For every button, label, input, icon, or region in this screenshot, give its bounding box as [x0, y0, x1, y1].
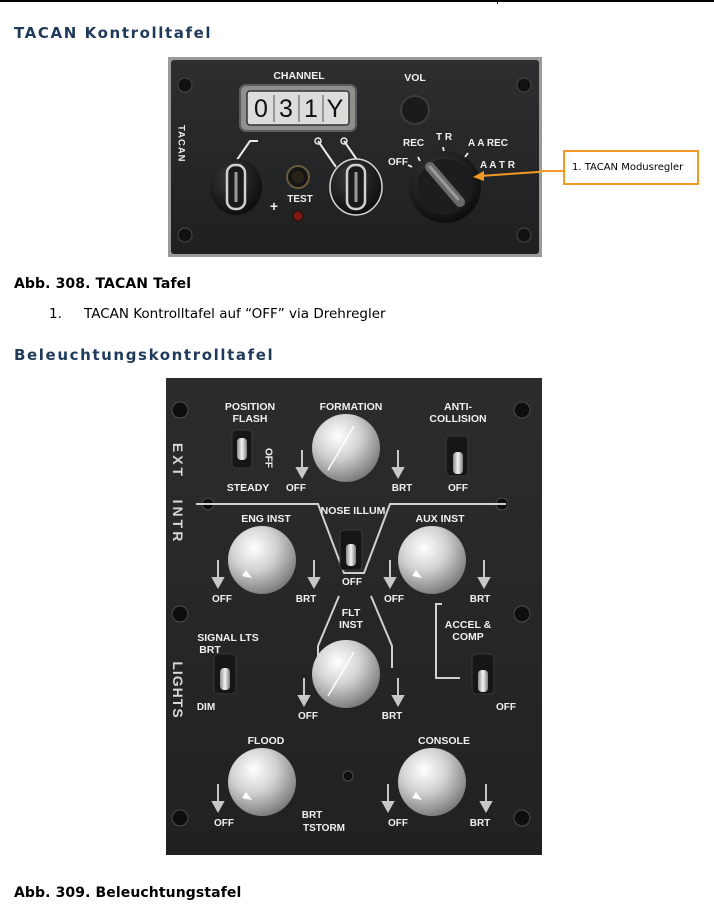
- accel-comp-toggle[interactable]: [478, 670, 488, 692]
- formation-knob[interactable]: [312, 414, 380, 482]
- screw-icon: [171, 401, 189, 419]
- mode-label-tr: T R: [436, 132, 453, 143]
- mode-label-off: OFF: [388, 157, 408, 168]
- channel-digit: Y: [327, 95, 344, 123]
- flt-inst-label: FLT INST: [339, 607, 364, 631]
- eng-inst-off-label: OFF: [212, 594, 232, 605]
- lighting-panel-figure: EXT INTR LIGHTS POSITION FLASH OFF STEADY…: [166, 378, 542, 855]
- anti-collision-toggle[interactable]: [453, 452, 463, 474]
- screw-icon: [177, 77, 193, 93]
- eng-inst-brt-label: BRT: [296, 594, 317, 605]
- eng-inst-knob[interactable]: [228, 526, 296, 594]
- section-heading-lighting: Beleuchtungskontrolltafel: [14, 346, 275, 364]
- mode-label-aatr: A A T R: [480, 160, 516, 171]
- tacan-side-label: TACAN: [176, 125, 187, 163]
- figure-caption-309: Abb. 309. Beleuchtungstafel: [14, 885, 242, 901]
- mode-label-aarec: A A REC: [468, 138, 508, 149]
- flt-inst-off-label: OFF: [298, 711, 318, 722]
- channel-label: CHANNEL: [273, 70, 325, 82]
- flood-label: FLOOD: [248, 735, 285, 747]
- mode-label-rec: REC: [403, 138, 424, 149]
- console-off-label: OFF: [388, 818, 408, 829]
- screw-icon: [342, 770, 354, 782]
- list-item-number: 1.: [49, 306, 62, 322]
- callout-box: 1. TACAN Modusregler: [563, 150, 699, 185]
- aux-inst-off-label: OFF: [384, 594, 404, 605]
- nose-illum-off-label: OFF: [342, 577, 362, 588]
- signal-lts-dim-label: DIM: [197, 702, 215, 713]
- screw-icon: [516, 227, 532, 243]
- flood-brt-label: BRT: [302, 810, 323, 821]
- screw-icon: [516, 77, 532, 93]
- volume-knob[interactable]: [400, 95, 430, 125]
- signal-lts-toggle[interactable]: [220, 668, 230, 690]
- side-label-lights: LIGHTS: [170, 661, 186, 718]
- channel-digit: 0: [254, 95, 268, 123]
- screw-icon: [171, 605, 189, 623]
- top-rule: [0, 0, 714, 2]
- console-label: CONSOLE: [418, 735, 470, 747]
- status-led: [292, 210, 304, 222]
- eng-inst-label: ENG INST: [241, 513, 291, 525]
- channel-digit: 3: [279, 95, 293, 123]
- aux-inst-brt-label: BRT: [470, 594, 491, 605]
- flood-off-label: OFF: [214, 818, 234, 829]
- side-label-intr: INTR: [170, 500, 186, 545]
- channel-digit: 1: [304, 95, 318, 123]
- tacan-panel-figure: TACAN CHANNEL 0 3 1 Y VOL TEST + REC T R…: [168, 57, 542, 257]
- screw-icon: [513, 401, 531, 419]
- formation-label: FORMATION: [320, 401, 383, 413]
- console-knob[interactable]: [398, 748, 466, 816]
- formation-off-label: OFF: [286, 483, 306, 494]
- flood-knob[interactable]: [228, 748, 296, 816]
- flt-inst-knob[interactable]: [312, 640, 380, 708]
- top-rule-tick: [497, 0, 498, 4]
- formation-brt-label: BRT: [392, 483, 413, 494]
- vol-label: VOL: [404, 72, 426, 84]
- anti-collision-off-label: OFF: [448, 483, 468, 494]
- section-heading-tacan: TACAN Kontrolltafel: [14, 24, 213, 42]
- nose-illum-toggle[interactable]: [346, 544, 356, 566]
- flood-tstorm-label: TSTORM: [303, 823, 345, 834]
- aux-inst-label: AUX INST: [415, 513, 465, 525]
- callout-connector: [540, 170, 563, 172]
- position-flash-toggle[interactable]: [237, 438, 247, 460]
- side-label-ext: EXT: [170, 443, 186, 479]
- test-label: TEST: [287, 194, 313, 205]
- callout-text: 1. TACAN Modusregler: [572, 162, 684, 173]
- console-brt-label: BRT: [470, 818, 491, 829]
- screw-icon: [513, 605, 531, 623]
- steady-label: STEADY: [227, 482, 270, 494]
- position-off-label: OFF: [263, 448, 274, 468]
- screw-icon: [513, 809, 531, 827]
- accel-comp-off-label: OFF: [496, 702, 516, 713]
- figure-caption-308: Abb. 308. TACAN Tafel: [14, 276, 192, 292]
- nose-illum-label: NOSE ILLUM: [321, 505, 386, 517]
- list-item-text: TACAN Kontrolltafel auf “OFF” via Drehre…: [84, 306, 386, 322]
- aux-inst-knob[interactable]: [398, 526, 466, 594]
- flt-inst-brt-label: BRT: [382, 711, 403, 722]
- plus-label: +: [270, 198, 278, 214]
- screw-icon: [177, 227, 193, 243]
- screw-icon: [171, 809, 189, 827]
